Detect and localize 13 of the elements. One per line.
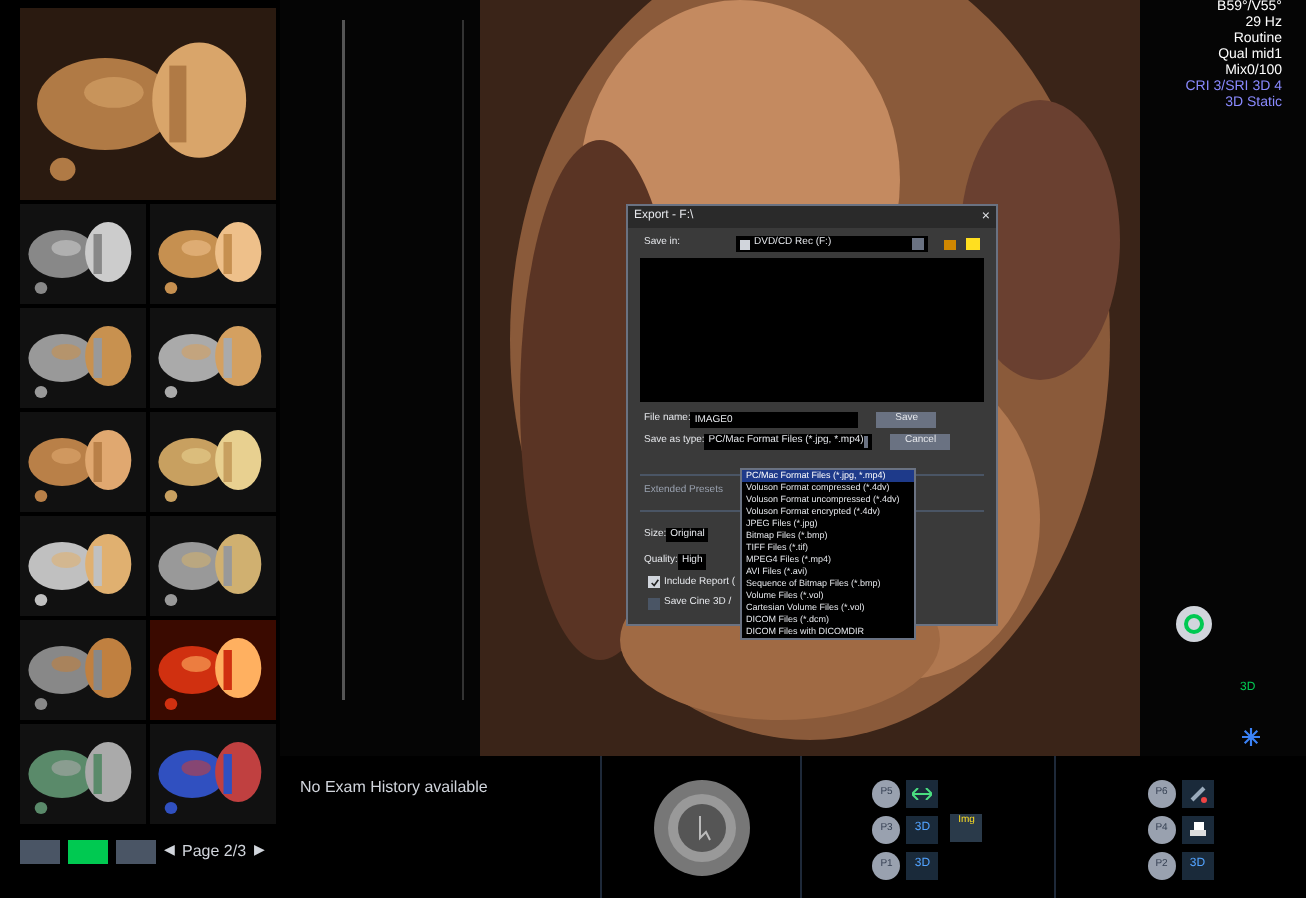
snowflake-icon[interactable] (1242, 728, 1260, 746)
drive-icon (740, 239, 750, 249)
new-folder-icon[interactable] (966, 238, 981, 250)
printer-icon (1181, 815, 1214, 843)
checkbox[interactable] (648, 597, 660, 610)
dropdown-list[interactable] (740, 468, 916, 640)
trackball-icon[interactable] (651, 777, 751, 877)
checkbox[interactable] (648, 576, 660, 589)
pen-icon (1181, 779, 1214, 807)
arrows-icon (906, 779, 939, 807)
exam-history-message: No Exam History available (300, 778, 488, 796)
folder-up-icon[interactable] (943, 239, 957, 249)
page-label: Page 2/3 (182, 840, 247, 864)
